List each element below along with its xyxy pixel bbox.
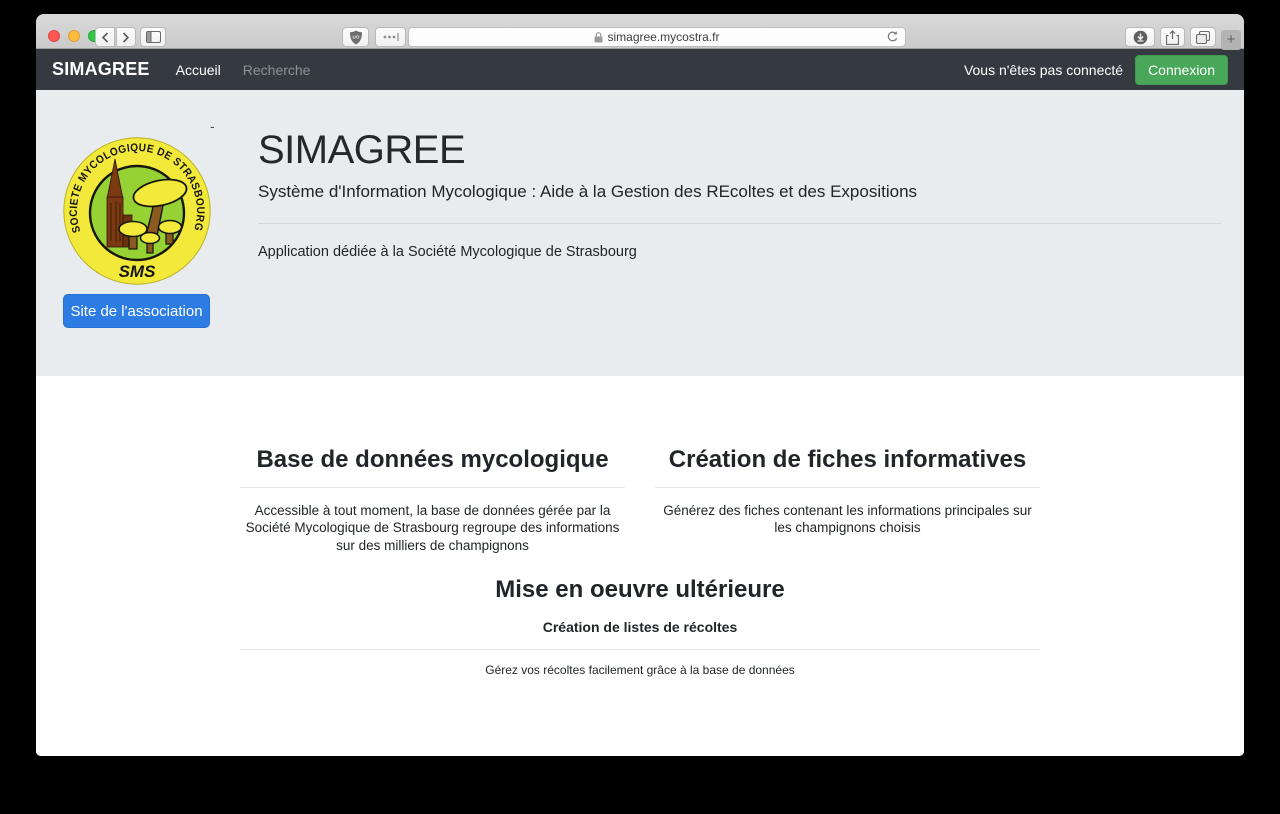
close-window-button[interactable]: [48, 30, 60, 42]
url-text: simagree.mycostra.fr: [607, 30, 719, 44]
jumbotron-divider: [258, 223, 1221, 224]
sidebar-icon: [146, 31, 161, 43]
navbar-brand[interactable]: SIMAGREE: [52, 59, 150, 80]
show-all-tabs-button[interactable]: [1190, 27, 1216, 47]
future-description: Gérez vos récoltes facilement grâce à la…: [240, 663, 1040, 677]
divider: [240, 487, 625, 488]
feature-fiches-description: Générez des fiches contenant les informa…: [655, 502, 1040, 537]
feature-fiches-title: Création de fiches informatives: [655, 446, 1040, 474]
svg-text:UO: UO: [352, 34, 359, 39]
nav-link-recherche[interactable]: Recherche: [243, 62, 311, 78]
window-controls: [48, 30, 100, 42]
connexion-button[interactable]: Connexion: [1135, 55, 1228, 85]
navbar-links: Accueil Recherche: [176, 62, 311, 78]
sidebar-toggle-button[interactable]: [140, 27, 166, 47]
connection-status-text: Vous n'êtes pas connecté: [964, 62, 1123, 78]
divider: [240, 649, 1040, 650]
address-bar[interactable]: simagree.mycostra.fr: [408, 27, 906, 47]
main-content: Base de données mycologique Accessible à…: [36, 376, 1244, 756]
lock-icon: [594, 32, 603, 43]
stray-dash-text: -: [210, 118, 215, 134]
jumbotron-text: SIMAGREE Système d'Information Mycologiq…: [258, 90, 1221, 260]
downloads-button[interactable]: [1125, 27, 1155, 47]
tabs-icon: [1196, 31, 1210, 44]
feature-database: Base de données mycologique Accessible à…: [240, 446, 625, 554]
page-subtitle: Système d'Information Mycologique : Aide…: [258, 182, 1221, 202]
features-row: Base de données mycologique Accessible à…: [240, 446, 1040, 554]
refresh-icon[interactable]: [886, 30, 899, 47]
future-title: Mise en oeuvre ultérieure: [240, 576, 1040, 604]
shield-icon: UO: [349, 30, 363, 45]
extension-menu-button[interactable]: [375, 27, 406, 47]
forward-icon: [122, 32, 130, 43]
society-logo-image: SOCIETE MYCOLOGIQUE DE STRASBOURG SMS: [63, 137, 211, 285]
nav-link-accueil[interactable]: Accueil: [176, 62, 221, 78]
browser-toolbar: UO simagree.mycostra.fr: [36, 14, 1244, 49]
future-section: Mise en oeuvre ultérieure Création de li…: [240, 576, 1040, 677]
minimize-window-button[interactable]: [68, 30, 80, 42]
share-icon: [1166, 30, 1179, 45]
feature-database-title: Base de données mycologique: [240, 446, 625, 474]
future-subtitle: Création de listes de récoltes: [240, 619, 1040, 635]
page-title: SIMAGREE: [258, 126, 1221, 174]
browser-window: UO simagree.mycostra.fr: [36, 14, 1244, 756]
dots-cursor-icon: [382, 32, 400, 42]
site-navbar: SIMAGREE Accueil Recherche Vous n'êtes p…: [36, 49, 1244, 90]
divider: [655, 487, 1040, 488]
download-icon: [1133, 30, 1148, 45]
app-description: Application dédiée à la Société Mycologi…: [258, 244, 1221, 260]
feature-database-description: Accessible à tout moment, la base de don…: [240, 502, 625, 554]
association-site-button[interactable]: Site de l'association: [63, 294, 210, 328]
feature-fiches: Création de fiches informatives Générez …: [655, 446, 1040, 554]
share-button[interactable]: [1160, 27, 1185, 47]
society-logo: SOCIETE MYCOLOGIQUE DE STRASBOURG SMS: [63, 137, 211, 285]
forward-button[interactable]: [116, 27, 136, 47]
new-tab-button[interactable]: +: [1221, 30, 1241, 50]
back-icon: [101, 32, 109, 43]
logo-sms-text: SMS: [119, 262, 157, 281]
navbar-right: Vous n'êtes pas connecté Connexion: [964, 55, 1228, 85]
back-button[interactable]: [95, 27, 115, 47]
jumbotron: -: [36, 90, 1244, 376]
ublock-extension-button[interactable]: UO: [342, 27, 369, 47]
